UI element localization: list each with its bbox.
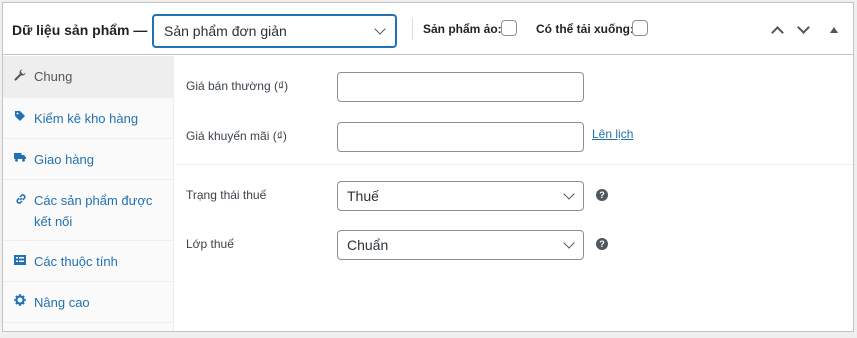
link-icon bbox=[16, 194, 26, 204]
tab-linked-products[interactable]: Các sản phẩm được kết nối bbox=[3, 180, 174, 241]
panel-header: Dữ liệu sản phẩm — Sản phẩm đơn giản Sản… bbox=[3, 3, 853, 55]
tax-status-value: Thuế bbox=[347, 188, 379, 204]
tag-icon bbox=[15, 111, 25, 121]
help-icon[interactable]: ? bbox=[596, 238, 608, 250]
tab-advanced[interactable]: Nâng cao bbox=[3, 282, 174, 323]
section-divider bbox=[175, 164, 853, 165]
chevron-down-icon bbox=[797, 21, 810, 34]
tab-advanced-label: Nâng cao bbox=[34, 295, 90, 310]
product-type-value: Sản phẩm đơn giản bbox=[164, 23, 287, 39]
list-icon bbox=[14, 255, 26, 265]
chevron-down-icon bbox=[563, 237, 575, 249]
tab-inventory[interactable]: Kiểm kê kho hàng bbox=[3, 98, 174, 139]
tab-shipping-label: Giao hàng bbox=[34, 152, 94, 167]
virtual-label: Sản phẩm ảo: bbox=[423, 22, 502, 36]
gear-icon bbox=[14, 294, 26, 306]
tab-attributes-label: Các thuộc tính bbox=[34, 254, 118, 269]
product-type-select[interactable]: Sản phẩm đơn giản bbox=[153, 15, 396, 47]
chevron-down-icon bbox=[563, 188, 575, 200]
tab-general[interactable]: Chung bbox=[3, 56, 174, 98]
truck-icon bbox=[14, 153, 26, 162]
tab-linked-products-label: Các sản phẩm được kết nối bbox=[34, 193, 153, 229]
tax-class-label: Lớp thuế bbox=[186, 237, 234, 251]
tax-class-value: Chuẩn bbox=[347, 237, 389, 253]
tab-shipping[interactable]: Giao hàng bbox=[3, 139, 174, 180]
tax-status-label: Trạng thái thuế bbox=[186, 188, 267, 202]
sale-price-input[interactable] bbox=[337, 122, 584, 152]
chevron-up-icon bbox=[771, 26, 784, 39]
move-down-button[interactable] bbox=[796, 21, 810, 37]
tax-class-select[interactable]: Chuẩn bbox=[337, 230, 584, 260]
downloadable-label: Có thể tải xuống: bbox=[536, 22, 634, 36]
tab-inventory-label: Kiểm kê kho hàng bbox=[34, 111, 139, 126]
virtual-checkbox[interactable] bbox=[501, 20, 517, 36]
product-data-panel: Dữ liệu sản phẩm — Sản phẩm đơn giản Sản… bbox=[2, 2, 854, 332]
schedule-link[interactable]: Lên lịch bbox=[592, 127, 633, 141]
chevron-down-icon bbox=[374, 23, 386, 35]
downloadable-checkbox[interactable] bbox=[632, 20, 648, 36]
tab-attributes[interactable]: Các thuộc tính bbox=[3, 241, 174, 282]
collapse-toggle-icon[interactable] bbox=[830, 27, 838, 33]
general-panel: Giá bán thường (₫) Giá khuyến mãi (₫) Lê… bbox=[175, 56, 853, 331]
regular-price-label: Giá bán thường (₫) bbox=[186, 79, 289, 93]
move-up-button[interactable] bbox=[770, 23, 784, 39]
tax-status-select[interactable]: Thuế bbox=[337, 181, 584, 211]
sale-price-label: Giá khuyến mãi (₫) bbox=[186, 129, 287, 143]
header-divider bbox=[412, 18, 413, 40]
wrench-icon bbox=[14, 69, 26, 81]
panel-title: Dữ liệu sản phẩm — bbox=[12, 22, 148, 38]
regular-price-input[interactable] bbox=[337, 72, 584, 102]
product-data-tabs: Chung Kiểm kê kho hàng Giao hàng Các sản… bbox=[3, 56, 174, 331]
help-icon[interactable]: ? bbox=[596, 189, 608, 201]
tab-general-label: Chung bbox=[34, 69, 73, 84]
